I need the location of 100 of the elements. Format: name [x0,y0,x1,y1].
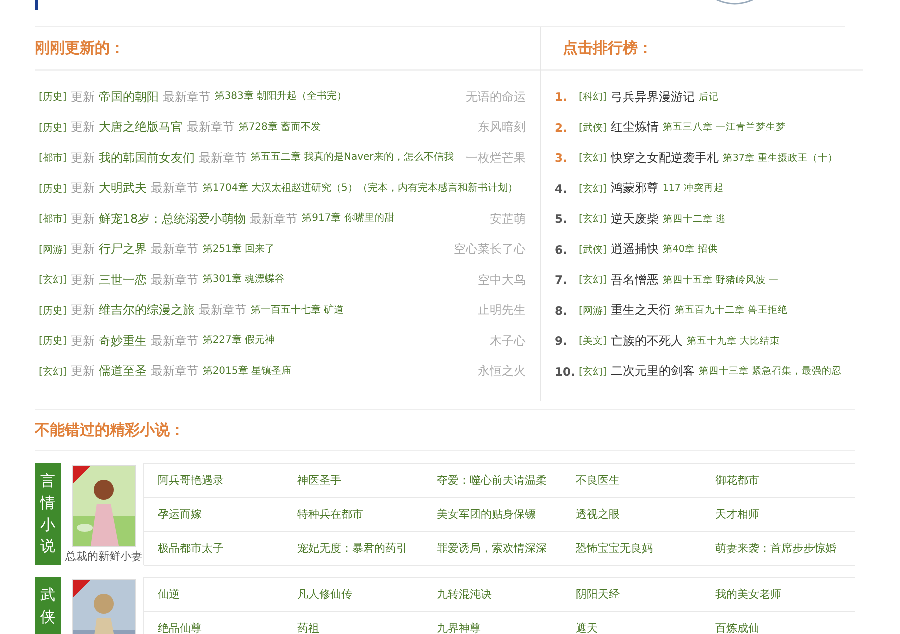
chapter-link[interactable]: 第四十五章 野猪岭风波 一 [662,274,779,287]
chapter-link[interactable]: 第2015章 星镇圣庙 [202,366,292,378]
book-link[interactable]: 维吉尔的综漫之旅 [98,302,195,320]
book-link[interactable]: 吾名憎恶 [610,272,659,289]
book-link[interactable]: 弓兵异界漫游记 [610,88,695,106]
book-link[interactable]: 天才相师 [716,507,855,522]
book-link[interactable]: 鸿蒙邪尊 [610,180,659,198]
category-link[interactable]: [历史] [39,90,67,104]
chapter-link[interactable]: 第五五二章 我真的是Naver来的，怎么不信我 [250,152,454,164]
chapter-link[interactable]: 第917章 你嘴里的甜 [302,213,394,226]
book-link[interactable]: 透视之眼 [576,507,716,522]
book-link[interactable]: 九转混沌诀 [436,587,576,602]
book-link[interactable]: 特种兵在都市 [297,507,437,522]
cover-caption[interactable]: 总裁的新鲜小妻 [66,549,142,564]
chapter-link[interactable]: 第五十九章 大比结束 [686,334,780,348]
update-label: 更新 [70,150,95,167]
category-link[interactable]: [历史] [39,334,67,348]
update-label: 更新 [70,272,95,289]
book-link[interactable]: 逍遥捕快 [610,241,659,258]
genre-label: 言情小说 [35,463,61,565]
chapter-link[interactable]: 第383章 朝阳升起（全书完） [214,91,348,104]
update-label: 更新 [70,88,95,106]
book-link[interactable]: 逆天废柴 [610,210,659,228]
book-link[interactable]: 孕运而嫁 [158,507,298,522]
author-name: 止明先生 [477,302,526,320]
book-link[interactable]: 儒道至圣 [98,363,147,380]
chapter-link[interactable]: 第728章 蓄而不发 [238,122,322,134]
author-name: 空中大鸟 [477,272,526,289]
category-link[interactable]: [玄幻] [579,182,607,196]
chapter-link[interactable]: 第五三八章 一江青兰梦生梦 [662,121,786,134]
book-link[interactable]: 宠妃无度：暴君的药引 [297,541,437,556]
category-link[interactable]: [玄幻] [39,364,67,379]
book-link[interactable]: 亡族的不死人 [610,332,683,350]
book-link[interactable]: 百炼成仙 [716,621,855,634]
book-link[interactable]: 阴阳天经 [576,587,716,602]
book-link[interactable]: 萌妻来袭：首席步步惊婚 [716,541,855,556]
chapter-link[interactable]: 第37章 重生摄政王（十） [722,152,838,165]
book-link[interactable]: 红尘炼情 [610,119,659,136]
book-link[interactable]: 奇妙重生 [98,332,147,350]
author-name: 安芷萌 [489,210,526,228]
chapter-link[interactable]: 第301章 魂漂蝶谷 [202,274,286,286]
chapter-link[interactable]: 117 冲突再起 [662,182,724,196]
chapter-link[interactable]: 第一百五十七章 矿道 [250,304,344,317]
category-link[interactable]: [网游] [39,242,67,257]
category-link[interactable]: [玄幻] [579,364,607,379]
chapter-link[interactable]: 第五百九十二章 兽王拒绝 [674,304,788,318]
category-link[interactable]: [历史] [39,182,67,196]
category-link[interactable]: [美文] [579,334,607,348]
chapter-link[interactable]: 第40章 招供 [662,243,718,256]
book-link[interactable]: 罪爱诱局，索欢情深深 [436,541,576,556]
book-link[interactable]: 鲜宠18岁：总统溺爱小萌物 [98,210,246,228]
book-link[interactable]: 御花都市 [716,473,855,488]
rank-number: 5. [555,212,568,226]
rank-number: 6. [555,242,568,257]
latest-chapter-label: 最新章节 [150,272,199,289]
book-link[interactable]: 美女军团的贴身保镖 [436,507,576,522]
chapter-link[interactable]: 第四十三章 紧急召集，最强的忍 [698,365,842,378]
rank-number: 1. [555,90,568,104]
book-link[interactable]: 阿兵哥艳遇录 [158,473,298,488]
category-link[interactable]: [历史] [39,120,67,135]
book-link[interactable]: 行尸之界 [98,241,147,258]
book-link[interactable]: 恐怖宝宝无良妈 [576,541,716,556]
category-link[interactable]: [玄幻] [579,151,607,166]
book-link[interactable]: 凡人修仙传 [297,587,437,602]
rank-number: 10. [555,364,576,379]
chapter-link[interactable]: 第1704章 大汉太祖赵进研究（5）（完本，内有完本感言和新书计划） [202,182,518,195]
book-link[interactable]: 遮天 [576,621,716,634]
book-link[interactable]: 二次元里的剑客 [610,363,695,380]
category-link[interactable]: [武侠] [579,242,607,257]
category-link[interactable]: [历史] [39,304,67,318]
category-link[interactable]: [武侠] [579,120,607,135]
book-link[interactable]: 仙逆 [158,587,298,602]
category-link[interactable]: [玄幻] [39,273,67,288]
book-link[interactable]: 大唐之绝版马官 [98,119,183,136]
category-link[interactable]: [玄幻] [579,273,607,288]
category-link[interactable]: [网游] [579,304,607,318]
update-label: 更新 [70,332,95,350]
book-link[interactable]: 夺爱：噬心前夫请温柔 [436,473,576,488]
category-link[interactable]: [玄幻] [579,212,607,226]
chapter-link[interactable]: 第四十二章 逃 [662,212,726,226]
book-link[interactable]: 极品都市太子 [158,541,298,556]
genre-label: 武侠 [35,577,61,634]
book-link[interactable]: 药祖 [297,621,437,634]
category-link[interactable]: [科幻] [579,90,607,104]
book-link[interactable]: 神医圣手 [297,473,437,488]
book-link[interactable]: 不良医生 [576,473,716,488]
chapter-link[interactable]: 第227章 假元神 [202,335,276,348]
book-link[interactable]: 我的韩国前女友们 [98,150,195,167]
book-link[interactable]: 帝国的朝阳 [98,88,159,106]
chapter-link[interactable]: 后记 [698,90,719,104]
book-link[interactable]: 重生之天衍 [610,302,671,320]
book-link[interactable]: 三世一恋 [98,272,147,289]
category-link[interactable]: [都市] [39,212,67,226]
book-link[interactable]: 九界神尊 [436,621,576,634]
book-link[interactable]: 绝品仙尊 [158,621,298,634]
book-link[interactable]: 快穿之女配逆袭手札 [610,150,719,167]
category-link[interactable]: [都市] [39,151,67,166]
chapter-link[interactable]: 第251章 回来了 [202,244,276,256]
book-link[interactable]: 我的美女老师 [716,587,855,602]
book-link[interactable]: 大明武夫 [98,180,147,198]
